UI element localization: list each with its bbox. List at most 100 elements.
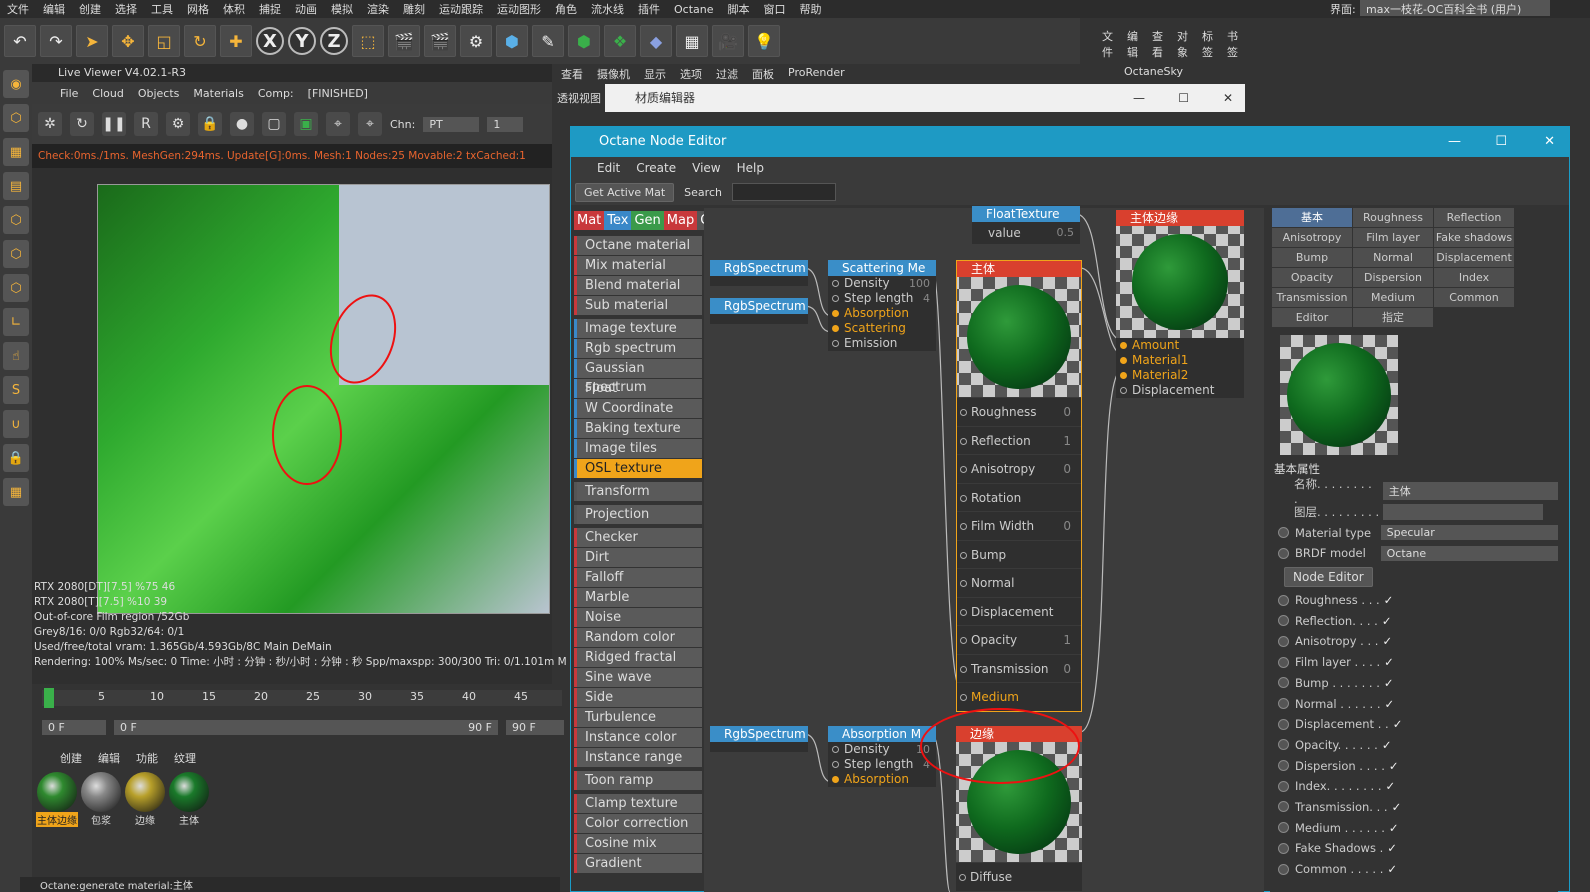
render-view[interactable]: [97, 184, 550, 614]
property-tab[interactable]: 基本: [1272, 208, 1352, 227]
view-menu-item[interactable]: 面板: [752, 66, 774, 82]
close-icon[interactable]: ✕: [1544, 127, 1555, 157]
array-icon[interactable]: ❖: [604, 25, 636, 57]
pin-icon[interactable]: [959, 874, 966, 881]
film-region-icon[interactable]: ▣: [294, 112, 318, 136]
property-tab[interactable]: Normal: [1353, 248, 1433, 267]
material-menu-item[interactable]: 创建: [60, 750, 82, 766]
material-thumbnail[interactable]: 主体边缘: [36, 772, 78, 830]
brdf-select[interactable]: Octane: [1380, 545, 1558, 561]
node-list-item[interactable]: Random color: [574, 628, 702, 647]
pick-material-icon[interactable]: ⌖: [358, 112, 382, 136]
layout-select[interactable]: max一枝花-OC百科全书 (用户): [1360, 0, 1550, 16]
mix-material-node[interactable]: 主体边缘 Amount Material1 Material2 Displacemen…: [1116, 210, 1244, 398]
channel-check-row[interactable]: Film layer . . . . ✓: [1270, 652, 1558, 673]
start-frame[interactable]: 0 F: [42, 720, 106, 735]
node-editor-menu-item[interactable]: Create: [636, 161, 676, 175]
property-tab[interactable]: Index: [1434, 268, 1514, 287]
x-axis-icon[interactable]: X: [256, 27, 284, 55]
points-mode-icon[interactable]: ⬡: [3, 206, 29, 234]
view-menu-item[interactable]: 显示: [644, 66, 666, 82]
playhead[interactable]: [44, 688, 54, 708]
pin-icon[interactable]: [960, 637, 967, 644]
close-icon[interactable]: ✕: [1223, 84, 1233, 112]
end-frame[interactable]: 90 F: [506, 720, 564, 735]
radio-icon[interactable]: [1278, 615, 1289, 627]
radio-icon[interactable]: [1278, 760, 1289, 772]
node-list-item[interactable]: Octane material: [574, 236, 702, 255]
live-viewer-menu-item[interactable]: Cloud: [92, 87, 123, 100]
material-thumbnail[interactable]: 边缘: [124, 772, 166, 830]
node-param[interactable]: Diffuse: [956, 862, 1082, 891]
sphere-icon[interactable]: ●: [230, 112, 254, 136]
radio-icon[interactable]: [1278, 801, 1289, 813]
category-tab[interactable]: Map: [663, 211, 698, 230]
region-icon[interactable]: R: [134, 112, 158, 136]
category-tab[interactable]: Gen: [631, 211, 664, 230]
rgb-spectrum-node[interactable]: RgbSpectrum: [710, 260, 808, 286]
undo-icon[interactable]: ↶: [4, 25, 36, 57]
menu-item[interactable]: 窗口: [757, 1, 793, 17]
region-select-icon[interactable]: ▢: [262, 112, 286, 136]
pause-icon[interactable]: ❚❚: [102, 112, 126, 136]
channel-check-row[interactable]: Bump . . . . . . . ✓: [1270, 673, 1558, 694]
node-canvas[interactable]: FloatTexture value 0.5 RgbSpectrum RgbSpe…: [704, 206, 1264, 892]
rotate-icon[interactable]: ↻: [184, 25, 216, 57]
node-list-item[interactable]: Color correction: [574, 814, 702, 833]
render-picture-icon[interactable]: 🎬: [424, 25, 456, 57]
node-list-item[interactable]: OSL texture: [574, 459, 702, 478]
live-viewer-menu-item[interactable]: [FINISHED]: [308, 87, 368, 100]
property-tab[interactable]: 指定: [1353, 308, 1433, 327]
property-tab[interactable]: Roughness: [1353, 208, 1433, 227]
polygons-mode-icon[interactable]: ⬡: [3, 274, 29, 302]
channel-check-row[interactable]: Displacement . . ✓: [1270, 714, 1558, 735]
tweak-icon[interactable]: ☝: [3, 342, 29, 370]
main-material-node[interactable]: 主体 Roughness 0 Reflection 1 Anisotropy 0 Rotat…: [956, 260, 1082, 712]
node-list-item[interactable]: Projection: [574, 505, 702, 524]
transform-icon[interactable]: ✚: [220, 25, 252, 57]
live-viewer-menu-item[interactable]: File: [60, 87, 78, 100]
maximize-icon[interactable]: ☐: [1495, 127, 1507, 157]
node-param[interactable]: Opacity 1: [957, 625, 1081, 654]
pin-icon[interactable]: [960, 523, 967, 530]
node-list-item[interactable]: Cosine mix: [574, 834, 702, 853]
channel-check-row[interactable]: Dispersion . . . . ✓: [1270, 755, 1558, 776]
radio-icon[interactable]: [1278, 527, 1289, 539]
checkmark-icon[interactable]: ✓: [1384, 697, 1394, 711]
property-tab[interactable]: Displacement: [1434, 248, 1514, 267]
menu-item[interactable]: 脚本: [721, 1, 757, 17]
node-list-item[interactable]: Noise: [574, 608, 702, 627]
redo-icon[interactable]: ↷: [40, 25, 72, 57]
pin-icon[interactable]: [832, 280, 839, 287]
checkmark-icon[interactable]: ✓: [1382, 614, 1392, 628]
node-list-item[interactable]: Checker: [574, 528, 702, 547]
property-tab[interactable]: Common: [1434, 288, 1514, 307]
checkmark-icon[interactable]: ✓: [1384, 676, 1394, 690]
menu-item[interactable]: 文件: [0, 1, 36, 17]
view-menu-item[interactable]: 选项: [680, 66, 702, 82]
frame-range[interactable]: 0 F 90 F: [114, 720, 498, 735]
property-tab[interactable]: Bump: [1272, 248, 1352, 267]
pin-icon[interactable]: [1120, 372, 1127, 379]
node-list-item[interactable]: Toon ramp: [574, 771, 702, 790]
menu-item[interactable]: 工具: [144, 1, 180, 17]
coordinate-icon[interactable]: ⬚: [352, 25, 384, 57]
float-texture-node[interactable]: FloatTexture value 0.5: [972, 206, 1080, 244]
checkmark-icon[interactable]: ✓: [1389, 759, 1399, 773]
node-list-item[interactable]: Mix material: [574, 256, 702, 275]
live-viewer-menu-item[interactable]: Comp:: [258, 87, 294, 100]
property-tab[interactable]: Medium: [1353, 288, 1433, 307]
node-param[interactable]: Rotation: [957, 482, 1081, 512]
checkmark-icon[interactable]: ✓: [1392, 800, 1402, 814]
pin-icon[interactable]: [832, 340, 839, 347]
scattering-medium-node[interactable]: Scattering Me Density 100 Step length 4 Abso…: [828, 260, 936, 351]
lock-icon[interactable]: 🔒: [3, 444, 29, 472]
node-param[interactable]: Transmission 0: [957, 653, 1081, 683]
menu-item[interactable]: 动画: [288, 1, 324, 17]
node-list-item[interactable]: Baking texture: [574, 419, 702, 438]
checkmark-icon[interactable]: ✓: [1386, 779, 1396, 793]
node-param[interactable]: Absorption: [828, 306, 936, 321]
render-settings-icon[interactable]: ⚙: [460, 25, 492, 57]
view-menu-item[interactable]: ProRender: [788, 66, 845, 82]
live-viewer-menu-item[interactable]: Objects: [138, 87, 180, 100]
